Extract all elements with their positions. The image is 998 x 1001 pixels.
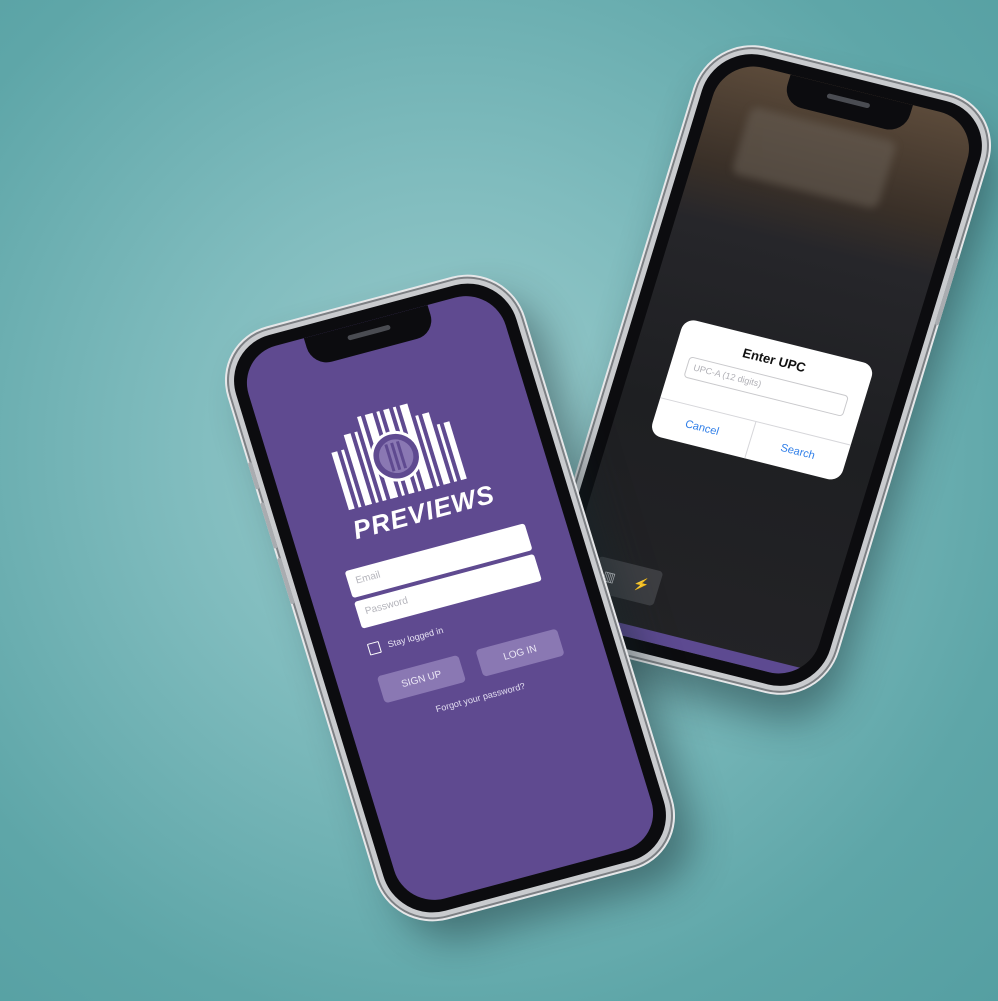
silent-switch (247, 461, 260, 490)
speaker-icon (346, 324, 391, 341)
log-in-button[interactable]: LOG IN (475, 628, 565, 677)
notch (303, 305, 436, 367)
speaker-icon (826, 93, 871, 109)
volume-down-button (276, 557, 295, 605)
volume-up-button (259, 502, 278, 549)
stay-logged-in-row: Stay logged in (366, 624, 445, 656)
login-screen: PREVIEWS Email Password Stay logged in S… (236, 287, 664, 909)
barcode-icon[interactable]: ▥ (601, 568, 617, 586)
stay-logged-in-checkbox[interactable] (366, 640, 382, 656)
power-button (934, 257, 960, 326)
flash-icon[interactable]: ⚡ (631, 575, 651, 594)
stay-logged-in-label: Stay logged in (386, 625, 445, 650)
scanner-screen: Enter UPC UPC-A (12 digits) Cancel Searc… (553, 58, 979, 682)
enter-upc-dialog: Enter UPC UPC-A (12 digits) Cancel Searc… (649, 317, 876, 482)
cancel-button[interactable]: Cancel (649, 398, 755, 458)
sign-up-button[interactable]: SIGN UP (376, 654, 467, 704)
search-button[interactable]: Search (743, 421, 851, 482)
